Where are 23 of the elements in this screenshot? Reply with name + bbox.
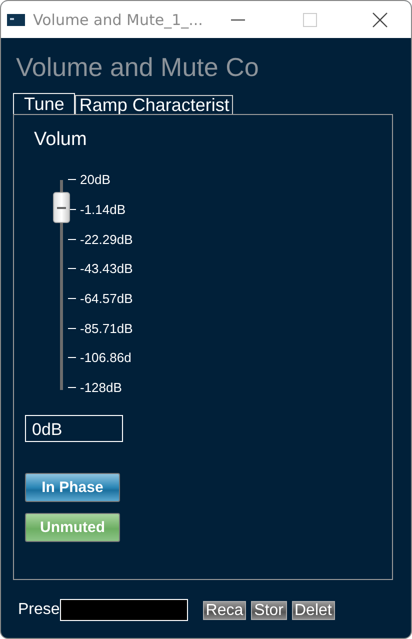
- close-icon[interactable]: [372, 12, 388, 28]
- tick-label: -43.43dB: [80, 261, 133, 276]
- slider-thumb[interactable]: [53, 192, 70, 224]
- preset-field[interactable]: [60, 599, 188, 621]
- window-title: Volume and Mute_1_...: [33, 10, 203, 28]
- volume-label: Volum: [34, 129, 87, 151]
- tick-label: -22.29dB: [80, 232, 133, 247]
- preset-button[interactable]: Delet: [292, 600, 335, 620]
- tab[interactable]: Ramp Characterist: [75, 95, 234, 114]
- preset-label: Prese: [18, 601, 60, 619]
- tick-label: 20dB: [80, 172, 110, 188]
- tab[interactable]: Tune: [13, 93, 76, 114]
- tick-label: -1.14dB: [80, 202, 126, 218]
- app-icon: [7, 14, 25, 26]
- preset-button[interactable]: Reca: [202, 600, 246, 620]
- tick-label: -128dB: [80, 380, 122, 396]
- preset-button[interactable]: Stor: [251, 600, 286, 620]
- heading: Volume and Mute Co: [16, 52, 260, 84]
- tick-label: -106.86d: [80, 350, 132, 366]
- tick-label: -64.57dB: [80, 291, 133, 306]
- phase-button[interactable]: In Phase: [25, 472, 120, 502]
- value-field[interactable]: 0dB: [25, 414, 123, 442]
- tick-label: -85.71dB: [80, 320, 133, 336]
